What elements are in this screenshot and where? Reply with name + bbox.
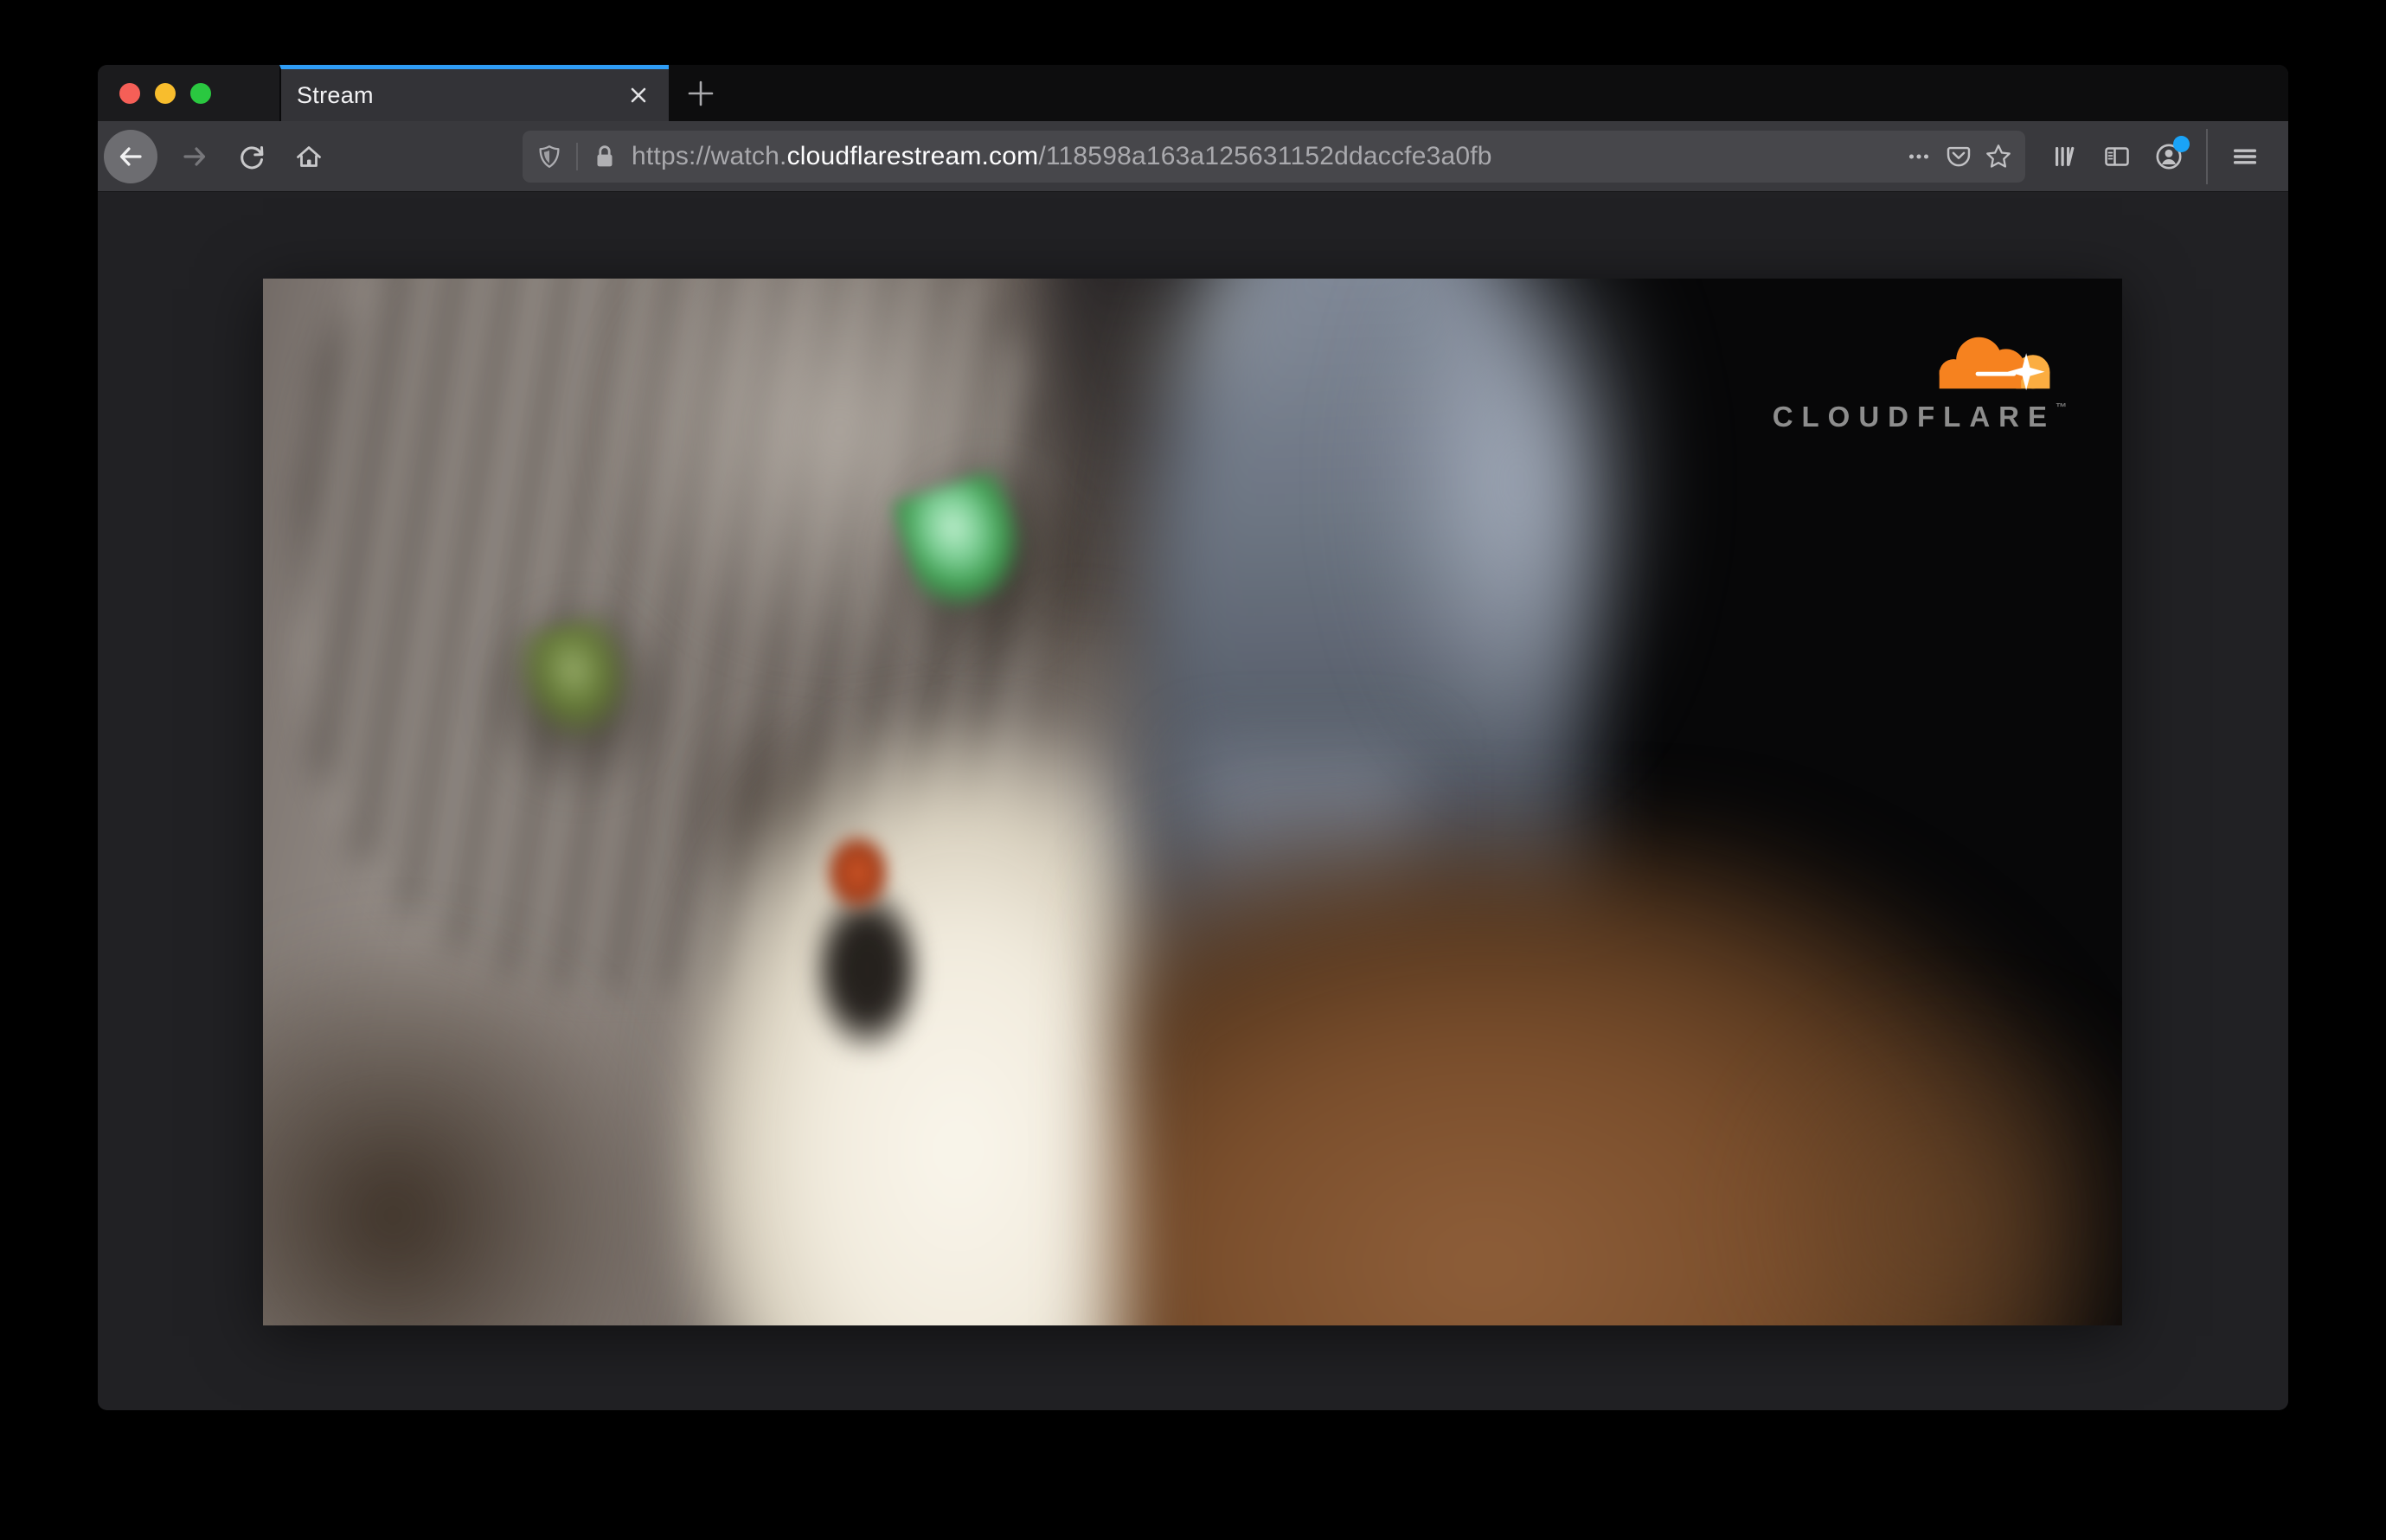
new-tab-button[interactable] [669,65,733,121]
sidebar-toggle-button[interactable] [2091,132,2143,182]
star-icon [1986,144,2011,168]
blob-orange-nose [824,833,892,913]
close-window-button[interactable] [119,82,140,104]
home-button[interactable] [284,132,334,182]
padlock-icon[interactable] [590,142,619,171]
page-actions-button[interactable] [1899,137,1939,176]
tab-bar: Stream [98,65,2288,121]
video-frame-blurred-cat [263,279,2122,1325]
arrow-right-icon [183,146,206,166]
blob-white-chest [671,718,1193,1325]
forward-button[interactable] [170,132,220,182]
bookmark-star-button[interactable] [1979,137,2018,176]
browser-window: Stream https://watch.cloudflarestream.co… [98,65,2288,1410]
tab-title: Stream [297,81,374,108]
cloudflare-logo-icon [1939,337,2050,391]
reload-icon [241,145,264,169]
pocket-save-icon [1947,146,1971,166]
library-button[interactable] [2039,132,2091,182]
cloudflare-wordmark: CLOUDFLARE™ [1772,401,2067,433]
url-host: cloudflarestream.com [786,141,1039,170]
blob-brown-edge [1713,979,2122,1325]
tab-stream[interactable]: Stream [279,65,669,121]
back-button[interactable] [104,129,157,183]
ellipsis-icon [1908,153,1929,159]
sidebar-toggle-icon [2105,146,2129,166]
blob-dark-shoulder [263,927,672,1325]
tab-close-button[interactable] [624,80,653,110]
blob-blue-background-2 [1378,279,1658,771]
address-bar[interactable]: https://watch.cloudflarestream.com/11859… [523,130,2025,183]
x-icon [631,87,646,103]
window-controls [98,65,279,121]
address-bar-divider [576,142,578,170]
account-button[interactable] [2143,132,2195,182]
minimize-window-button[interactable] [155,82,176,104]
zoom-window-button[interactable] [190,82,211,104]
url-text[interactable]: https://watch.cloudflarestream.com/11859… [632,142,1899,171]
video-player[interactable]: CLOUDFLARE™ [263,279,2122,1325]
trademark-mark: ™ [2056,401,2067,414]
pocket-save-button[interactable] [1939,137,1979,176]
url-path: /118598a163a125631152ddaccfe3a0fb [1038,141,1492,170]
reload-button[interactable] [227,132,277,182]
navigation-toolbar: https://watch.cloudflarestream.com/11859… [98,121,2288,192]
desktop-background: Stream https://watch.cloudflarestream.co… [0,0,2386,1540]
library-icon [2056,146,2075,166]
arrow-left-icon [119,146,142,166]
page-content: CLOUDFLARE™ [98,192,2288,1409]
url-scheme: https://watch. [632,141,787,170]
menu-button[interactable] [2219,132,2271,182]
hamburger-menu-icon [2234,149,2256,164]
toolbar-divider [2206,128,2208,184]
home-icon [297,145,321,167]
plus-icon [688,80,714,106]
cloudflare-watermark: CLOUDFLARE™ [1773,328,2067,433]
tracking-protection-shield-icon[interactable] [535,142,564,171]
account-notification-dot [2173,135,2190,152]
